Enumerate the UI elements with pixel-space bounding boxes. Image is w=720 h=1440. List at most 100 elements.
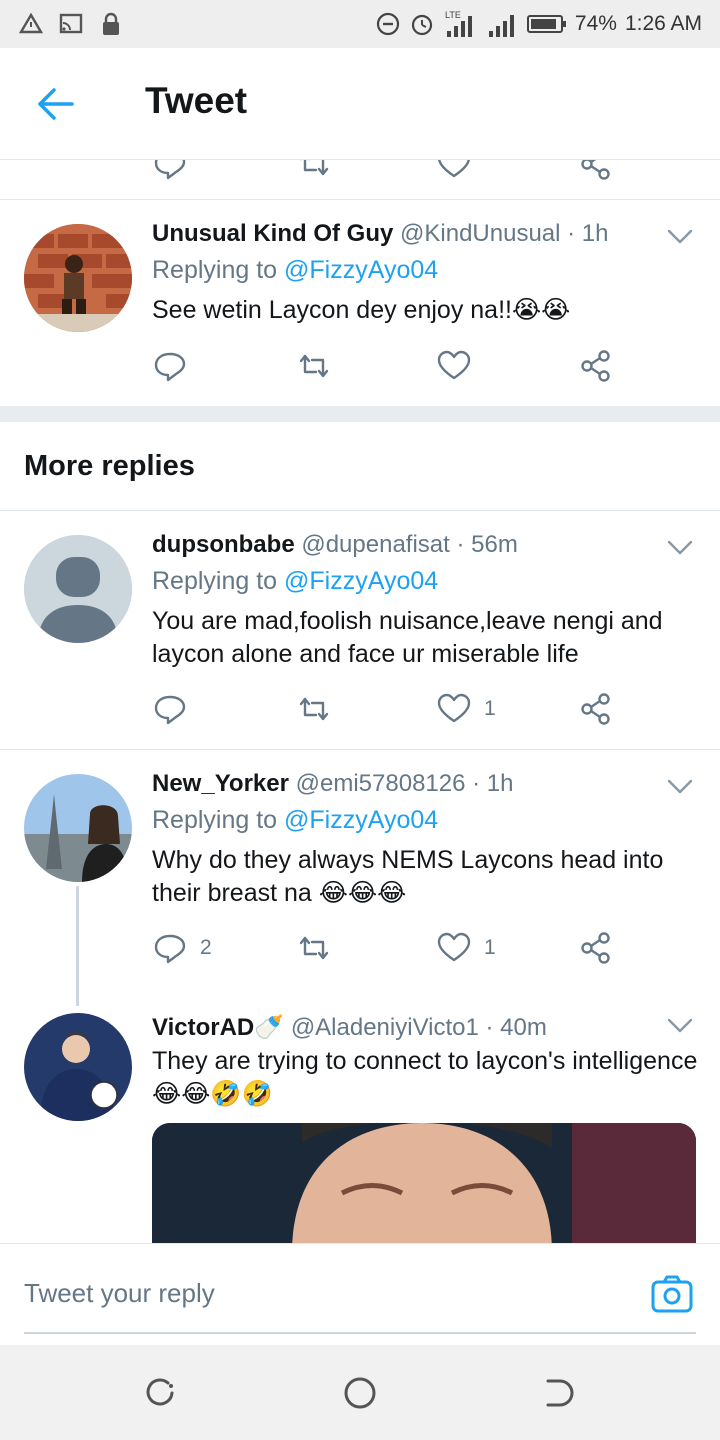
system-nav-bar: [0, 1345, 720, 1440]
thread-connector: [76, 886, 79, 1006]
retweet-button[interactable]: [296, 689, 332, 729]
tweet-header: New_Yorker @emi57808126 · 1h: [152, 770, 514, 798]
page-title: Tweet: [145, 80, 248, 121]
tweet-actions: 1: [152, 689, 622, 729]
signal-icon: [488, 15, 514, 37]
share-icon: [581, 350, 610, 382]
replying-to-label: Replying to: [152, 567, 278, 595]
username[interactable]: @KindUnusual: [400, 220, 560, 247]
reply-button[interactable]: [152, 160, 188, 184]
share-button[interactable]: [578, 160, 614, 184]
reply-button[interactable]: [152, 346, 188, 386]
timestamp: · 40m: [485, 1014, 547, 1041]
avatar[interactable]: [24, 774, 132, 882]
replying-to-handle[interactable]: @FizzyAyo04: [284, 256, 438, 284]
tweet-media-image[interactable]: [152, 1123, 696, 1253]
reply-composer: Tweet your reply: [0, 1243, 720, 1345]
avatar[interactable]: [24, 1013, 132, 1121]
recent-apps-icon[interactable]: [142, 1375, 178, 1411]
share-button[interactable]: [578, 928, 614, 968]
display-name[interactable]: dupsonbabe: [152, 531, 295, 558]
lock-icon: [103, 12, 119, 35]
username[interactable]: @emi57808126: [296, 770, 466, 797]
heart-icon: [437, 350, 471, 380]
like-count: 1: [484, 936, 496, 959]
share-icon: [581, 693, 610, 725]
do-not-disturb-icon: [376, 12, 400, 36]
retweet-button[interactable]: [296, 928, 332, 968]
share-icon: [581, 160, 610, 180]
display-name[interactable]: New_Yorker: [152, 770, 289, 797]
retweet-icon: [299, 697, 329, 721]
chevron-down-icon[interactable]: [666, 539, 694, 557]
username[interactable]: @AladeniyiVicto1: [291, 1014, 479, 1041]
cast-icon: [59, 13, 83, 34]
tweet-card[interactable]: New_Yorker @emi57808126 · 1h Replying to…: [0, 750, 720, 993]
like-count: 1: [484, 697, 496, 720]
heart-icon: [437, 932, 471, 962]
tweet-actions: [152, 346, 622, 386]
share-button[interactable]: [578, 346, 614, 386]
avatar-image: [24, 224, 132, 332]
tweet-header: Unusual Kind Of Guy @KindUnusual · 1h: [152, 220, 609, 248]
tweet-text: See wetin Laycon dey enjoy na!!😭😭: [152, 296, 571, 324]
alarm-icon: [411, 14, 433, 36]
reply-count: 2: [200, 936, 212, 959]
retweet-icon: [300, 160, 329, 176]
tweet-header: VictorAD🍼 @AladeniyiVicto1 · 40m: [152, 1013, 547, 1042]
replying-to: Replying to @FizzyAyo04: [152, 806, 438, 835]
like-button[interactable]: 1: [436, 689, 496, 729]
like-button[interactable]: [436, 346, 472, 386]
retweet-button[interactable]: [296, 346, 332, 386]
heart-icon: [438, 160, 470, 178]
avatar[interactable]: [24, 224, 132, 332]
status-bar: LTE 74% 1:26 AM: [0, 0, 720, 48]
timestamp: · 1h: [472, 770, 514, 797]
tweet-text: They are trying to connect to laycon's i…: [152, 1047, 698, 1108]
home-icon[interactable]: [342, 1375, 378, 1411]
replying-to-label: Replying to: [152, 256, 278, 284]
replying-to-handle[interactable]: @FizzyAyo04: [284, 806, 438, 834]
chevron-down-icon[interactable]: [666, 228, 694, 246]
heart-icon: [437, 693, 471, 723]
section-title: More replies: [24, 450, 195, 482]
share-icon: [581, 932, 610, 964]
camera-icon[interactable]: [650, 1274, 694, 1314]
like-button[interactable]: 1: [436, 928, 496, 968]
share-button[interactable]: [578, 689, 614, 729]
media-photo: [152, 1123, 696, 1253]
back-arrow-icon[interactable]: [34, 84, 78, 124]
avatar-image: [24, 1013, 132, 1121]
reply-input[interactable]: Tweet your reply: [24, 1278, 215, 1309]
tweet-text: You are mad,foolish nuisance,leave nengi…: [152, 607, 663, 668]
tweet-actions: 2 1: [152, 928, 622, 968]
username[interactable]: @dupenafisat: [301, 531, 449, 558]
display-name[interactable]: VictorAD🍼: [152, 1014, 284, 1041]
retweet-button[interactable]: [296, 160, 332, 184]
chevron-down-icon[interactable]: [666, 778, 694, 796]
reply-icon: [154, 160, 186, 180]
replying-to-handle[interactable]: @FizzyAyo04: [284, 567, 438, 595]
default-avatar-icon: [24, 535, 132, 643]
reply-button[interactable]: 2: [152, 928, 212, 968]
replying-to: Replying to @FizzyAyo04: [152, 256, 438, 285]
reply-icon: [154, 352, 186, 382]
retweet-icon: [299, 354, 329, 378]
tweet-text: Why do they always NEMS Laycons head int…: [152, 846, 664, 907]
tweet-card[interactable]: Unusual Kind Of Guy @KindUnusual · 1h Re…: [0, 200, 720, 406]
replying-to: Replying to @FizzyAyo04: [152, 567, 438, 596]
section-separator: [0, 406, 720, 422]
like-button[interactable]: [436, 160, 472, 184]
tweet-header: dupsonbabe @dupenafisat · 56m: [152, 531, 518, 559]
tweet-card[interactable]: dupsonbabe @dupenafisat · 56m Replying t…: [0, 511, 720, 749]
reply-button[interactable]: [152, 689, 188, 729]
avatar-image: [24, 774, 132, 882]
display-name[interactable]: Unusual Kind Of Guy: [152, 220, 393, 247]
chevron-down-icon[interactable]: [666, 1017, 694, 1035]
back-icon[interactable]: [542, 1375, 578, 1411]
svg-text:LTE: LTE: [445, 10, 461, 20]
avatar[interactable]: [24, 535, 132, 643]
reply-icon: [154, 934, 186, 964]
retweet-icon: [299, 936, 329, 960]
reply-input-underline: [24, 1332, 696, 1334]
